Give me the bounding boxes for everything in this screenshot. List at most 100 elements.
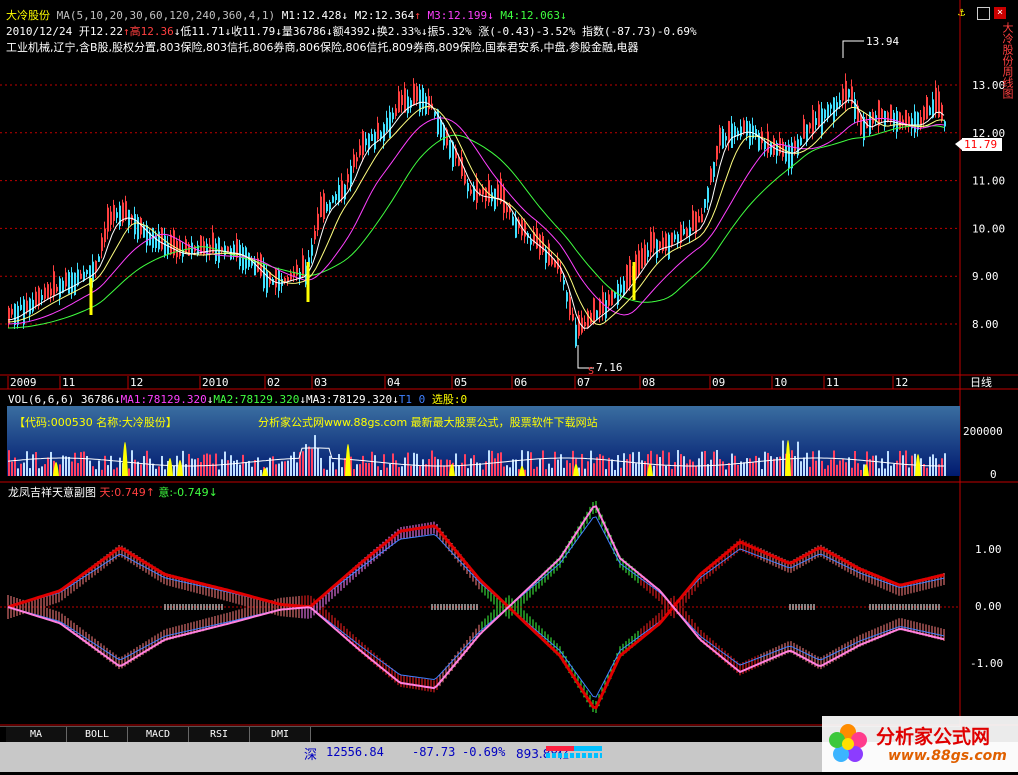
volume-bar	[17, 468, 19, 476]
vol-title[interactable]: VOL(6,6,6)	[8, 393, 74, 406]
volume-bar	[830, 459, 832, 476]
volume-bar	[302, 451, 304, 476]
time-label: 05	[454, 376, 467, 389]
volume-bar	[194, 459, 196, 476]
candle-body	[146, 225, 148, 246]
volume-bar	[620, 467, 622, 476]
candle-body	[401, 94, 403, 106]
volume-bar	[545, 469, 547, 476]
candle-body	[878, 100, 880, 126]
volume-bar	[401, 466, 403, 476]
volume-bar	[872, 455, 874, 476]
candle-body	[362, 130, 364, 156]
candle-body	[341, 180, 343, 199]
candle-body	[215, 243, 217, 261]
volume-bar	[62, 455, 64, 476]
candle-body	[746, 120, 748, 136]
index-ticker[interactable]: 深 12556.84 -87.73 -0.69% 893.88亿	[300, 742, 820, 772]
indicator-title[interactable]: 龙凤吉祥天意副图	[8, 486, 96, 499]
candle-body	[467, 182, 469, 192]
volume-bar	[548, 463, 550, 476]
candle-body	[611, 290, 613, 306]
candle-body	[806, 124, 808, 142]
time-label: 07	[577, 376, 590, 389]
volume-bar	[527, 451, 529, 476]
volume-bar	[41, 466, 43, 476]
volume-bar	[404, 457, 406, 476]
candle-body	[707, 187, 709, 203]
tab-dmi[interactable]: DMI	[250, 727, 311, 742]
candle-body	[320, 196, 322, 218]
tab-boll[interactable]: BOLL	[67, 727, 128, 742]
candle-body	[785, 145, 787, 162]
volume-bar	[569, 463, 571, 476]
candle-body	[704, 198, 706, 208]
volume-bar	[803, 457, 805, 476]
volume-bar	[188, 453, 190, 476]
ind-tick-0: 0.00	[975, 600, 1002, 613]
tab-ma[interactable]: MA	[6, 727, 67, 742]
indicator-blue-line-lower	[7, 533, 945, 698]
volume-bar	[359, 464, 361, 476]
candle-body	[503, 187, 505, 213]
volume-bar	[587, 461, 589, 476]
ind-tick-neg1: -1.00	[970, 657, 1003, 670]
volume-bar	[713, 451, 715, 476]
volume-bar	[878, 468, 880, 476]
index-pct: -0.69%	[462, 745, 506, 759]
volume-bar	[251, 466, 253, 476]
volume-bar	[911, 455, 913, 476]
candle-body	[512, 216, 514, 226]
banner-site-text[interactable]: 分析家公式网www.88gs.com 最新最大股票公式，股票软件下载网站	[258, 414, 598, 430]
volume-bar	[857, 463, 859, 476]
volume-bar	[851, 467, 853, 476]
volume-bar	[137, 461, 139, 476]
volume-bar	[653, 465, 655, 476]
volume-bar	[806, 452, 808, 476]
candle-body	[914, 111, 916, 133]
current-price-pointer	[955, 139, 962, 150]
candle-body	[728, 121, 730, 143]
volume-bar	[164, 469, 166, 476]
volume-bar	[800, 461, 802, 476]
tab-rsi[interactable]: RSI	[189, 727, 250, 742]
candle-body	[671, 232, 673, 247]
volume-bar	[35, 452, 37, 476]
candle-body	[695, 211, 697, 234]
volume-bar	[248, 460, 250, 476]
volume-bar	[506, 465, 508, 476]
volume-bar	[161, 455, 163, 476]
volume-bar	[320, 457, 322, 476]
volume-bar	[59, 464, 61, 476]
volume-bar	[818, 450, 820, 476]
price-tick-label: 10.00	[972, 222, 1005, 235]
volume-bar	[101, 469, 103, 476]
volume-bar	[47, 457, 49, 476]
vol-ma3: MA3:78129.320	[306, 393, 393, 406]
candle-body	[530, 240, 532, 245]
volume-bar	[221, 459, 223, 476]
price-tick-label: 11.00	[972, 175, 1005, 188]
candle-body	[623, 280, 625, 296]
indicator-tian: 天:0.749	[99, 486, 146, 499]
candle-body	[335, 194, 337, 201]
volume-bar	[821, 460, 823, 476]
volume-bar	[110, 455, 112, 476]
price-signal-bar	[632, 262, 636, 300]
tab-macd[interactable]: MACD	[128, 727, 189, 742]
candle-body	[461, 157, 463, 177]
candle-body	[365, 138, 367, 146]
candle-body	[743, 120, 745, 134]
volume-bar	[623, 453, 625, 476]
volume-bar	[338, 454, 340, 476]
volume-bar	[368, 462, 370, 476]
candle-body	[605, 300, 607, 319]
candle-body	[59, 278, 61, 298]
chart-canvas[interactable]: 13.94 7.16 S 13.0012.0011.0010.009.008.0…	[0, 0, 1018, 742]
period-label[interactable]: 日线	[970, 375, 992, 389]
candle-body	[638, 250, 640, 275]
buy-signal-bars	[89, 262, 636, 315]
candle-body	[329, 202, 331, 210]
volume-bar	[509, 467, 511, 476]
volume-bar	[842, 459, 844, 476]
